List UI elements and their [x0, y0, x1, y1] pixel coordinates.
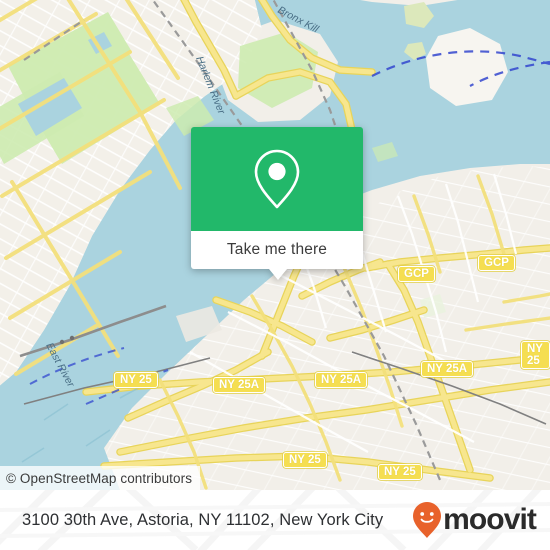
moovit-smiley-pin-icon — [413, 502, 442, 538]
osm-attribution-text: © OpenStreetMap contributors — [6, 470, 193, 486]
road-shield-label: NY 25 — [283, 452, 327, 468]
road-shield-label: GCP — [478, 255, 515, 271]
road-shield-label: NY 25A — [315, 372, 368, 388]
moovit-wordmark: moovit — [443, 503, 537, 536]
popup-pointer-tail — [269, 269, 287, 280]
road-shield-label: NY 25A — [421, 361, 474, 377]
road-shield: NY 25 — [114, 370, 158, 388]
take-me-there-label: Take me there — [226, 241, 328, 258]
road-shield-label: GCP — [398, 266, 435, 282]
footer-bar: 3100 30th Ave, Astoria, NY 11102, New Yo… — [0, 490, 550, 550]
road-shield-label: NY 25A — [213, 377, 266, 393]
popup-action-row[interactable]: Take me there — [191, 231, 363, 269]
road-shield-label: NY 25 — [521, 341, 550, 369]
road-shield: NY 25 — [521, 341, 550, 369]
address-text: 3100 30th Ave, Astoria, NY 11102, New Yo… — [22, 510, 384, 529]
road-shield: GCP — [478, 253, 515, 271]
popup-header — [191, 127, 363, 231]
road-shield-label: NY 25 — [114, 372, 158, 388]
road-shield: NY 25A — [421, 359, 474, 377]
road-shield: NY 25 — [378, 462, 422, 480]
map-pin-icon — [254, 149, 300, 209]
road-shield: NY 25A — [315, 370, 368, 388]
road-shield: GCP — [398, 264, 435, 282]
road-shield: NY 25A — [213, 375, 266, 393]
location-popup-card[interactable]: Take me there — [191, 127, 363, 280]
osm-attribution[interactable]: © OpenStreetMap contributors — [0, 466, 201, 490]
moovit-map-screenshot: Harlem River Bronx Kill East River GCP G… — [0, 0, 550, 550]
road-shield-label: NY 25 — [378, 464, 422, 480]
road-shield: NY 25 — [283, 450, 327, 468]
moovit-logo[interactable]: moovit — [412, 501, 537, 539]
